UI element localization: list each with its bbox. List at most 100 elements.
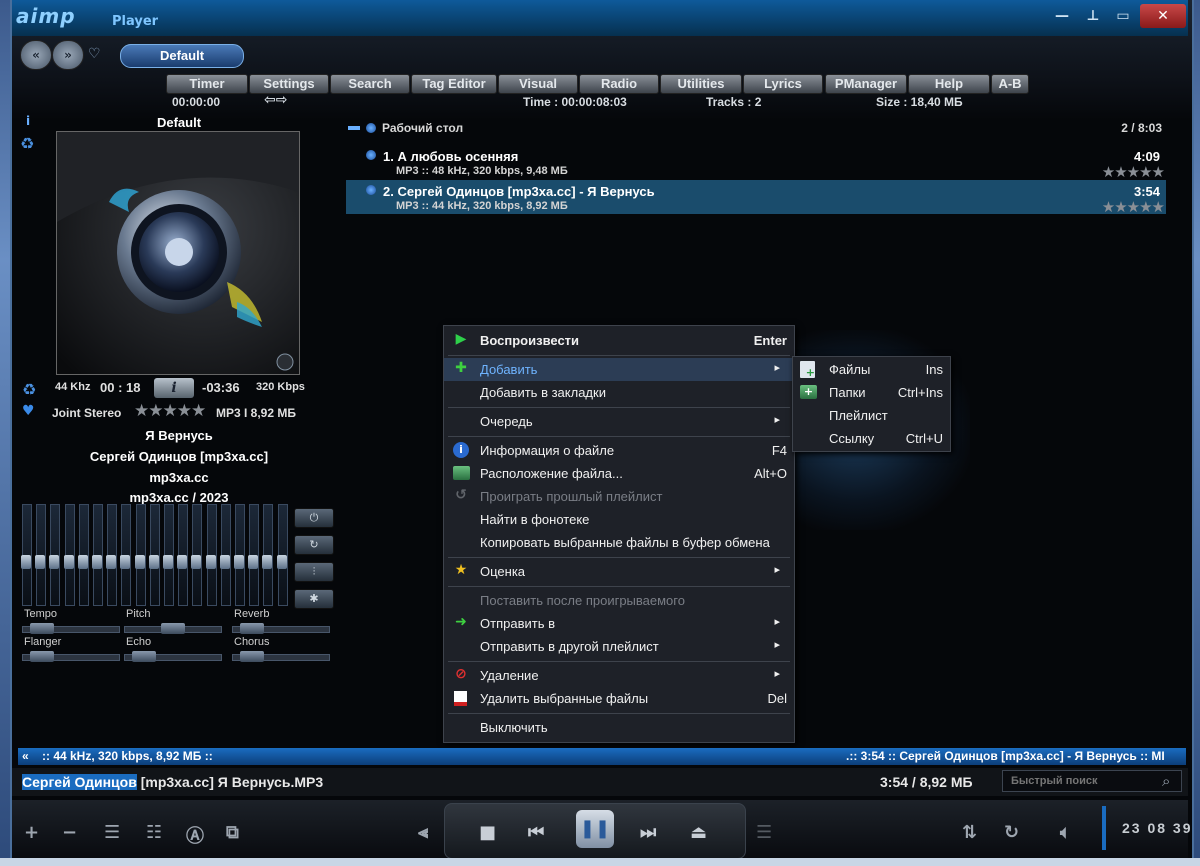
track-rating[interactable]: ★★★★★ [1102,198,1165,216]
eq-band-knob[interactable] [106,554,117,569]
maximize-button[interactable]: ▭ [1106,4,1140,28]
fx-slider-knob[interactable] [132,651,157,662]
submenu-item-files[interactable]: + Файлы Ins [793,358,950,381]
equalizer-icon[interactable]: ⫷ [418,822,428,843]
menu-item-file-location[interactable]: Расположение файла... Alt+O [444,462,794,485]
eq-band-15[interactable] [219,504,231,606]
eq-band-5[interactable] [77,504,89,606]
eq-band-knob[interactable] [92,554,102,569]
eq-band-knob[interactable] [134,554,145,569]
submenu-item-folders[interactable]: + Папки Ctrl+Ins [793,381,950,404]
eq-reset-button[interactable]: ↻ [294,535,334,555]
playlists-icon[interactable]: ⧉ [226,822,239,843]
fx-slider-knob[interactable] [30,623,55,634]
tab-radio[interactable]: Radio [579,74,659,94]
previous-track-icon[interactable]: ⏮ [528,822,544,843]
tab-timer[interactable]: Timer [166,74,248,94]
eq-band-knob[interactable] [163,554,173,569]
tab-help[interactable]: Help [908,74,990,94]
menu-item-find-library[interactable]: Найти в фонотеке [444,508,794,531]
eq-power-button[interactable]: ⏻ [294,508,334,528]
eq-band-17[interactable] [248,504,260,606]
preset-selector[interactable]: Default [120,44,244,68]
eq-band-13[interactable] [191,504,203,606]
menu-item-delete-files[interactable]: Удалить выбранные файлы Del [444,687,794,710]
fx-slider-echo[interactable] [124,651,222,662]
favorite-heart-icon[interactable]: ♥ [22,403,35,419]
menu-item-play-previous[interactable]: ↺ Проиграть прошлый плейлист [444,485,794,508]
pin-button[interactable]: ⊥ [1076,4,1110,28]
menu-item-delete[interactable]: ⊘ Удаление ▸ [444,664,794,687]
tab-search[interactable]: Search [330,74,410,94]
close-button[interactable]: ✕ [1140,4,1186,28]
arrows-icon[interactable]: ⇦⇨ [264,92,287,108]
playlist-menu-icon[interactable]: ☰ [104,822,120,843]
fx-slider-knob[interactable] [161,623,185,634]
eq-band-knob[interactable] [219,554,230,569]
fx-slider-knob[interactable] [240,651,265,662]
menu-item-copy-files[interactable]: Копировать выбранные файлы в буфер обмен… [444,531,794,554]
eq-band-knob[interactable] [191,554,202,569]
eq-band-knob[interactable] [262,554,273,569]
menu-item-rating[interactable]: ★ Оценка ▸ [444,560,794,583]
eq-band-16[interactable] [234,504,245,606]
tab-tag-editor[interactable]: Tag Editor [411,74,497,94]
tab-a-b[interactable]: A-B [991,74,1029,94]
eq-band-18[interactable] [262,504,274,606]
fx-slider-chorus[interactable] [232,651,330,662]
menu-item-add[interactable]: ✚ Добавить ▸ [444,358,794,381]
eq-band-8[interactable] [120,504,132,606]
search-icon[interactable]: ⌕ [1162,772,1170,790]
eq-band-11[interactable] [163,504,174,606]
remove-track-button[interactable]: − [62,822,77,843]
tab-pmanager[interactable]: PManager [825,74,907,94]
heart-icon[interactable]: ♡ [88,46,101,62]
eq-band-knob[interactable] [276,554,287,569]
eq-band-knob[interactable] [21,554,31,569]
fx-slider-flanger[interactable] [22,651,120,662]
next-track-icon[interactable]: ⏭ [640,822,656,843]
tab-settings[interactable]: Settings [249,74,329,94]
eq-presets-button[interactable]: ⫶ [294,562,334,582]
eq-band-knob[interactable] [35,554,46,569]
quick-search-input[interactable] [1002,770,1182,792]
track-rating[interactable]: ★★★★★ [1102,163,1165,181]
eq-band-3[interactable] [49,504,61,606]
queue-icon[interactable]: ☰ [756,822,772,843]
repeat-icon[interactable]: ↻ [1004,822,1019,843]
eq-band-knob[interactable] [177,554,188,569]
eq-band-knob[interactable] [77,554,88,569]
submenu-item-playlist[interactable]: Плейлист [793,404,950,427]
tab-utilities[interactable]: Utilities [660,74,742,94]
prev-playlist-button[interactable]: « [20,40,52,70]
eq-band-knob[interactable] [63,554,74,569]
stop-icon[interactable]: ■ [479,822,496,843]
fx-slider-tempo[interactable] [22,623,120,634]
eq-band-knob[interactable] [234,554,244,569]
track-info-button[interactable]: i [154,378,194,398]
menu-item-send-other[interactable]: Отправить в другой плейлист ▸ [444,635,794,658]
fx-slider-knob[interactable] [30,651,55,662]
eq-band-knob[interactable] [205,554,216,569]
menu-item-play[interactable]: ▶ Воспроизвести Enter [444,329,794,352]
minimize-button[interactable]: — [1045,4,1079,28]
eq-band-6[interactable] [92,504,103,606]
fx-slider-knob[interactable] [240,623,265,634]
tab-visual[interactable]: Visual [498,74,578,94]
eq-band-14[interactable] [205,504,217,606]
menu-item-queue[interactable]: Очередь ▸ [444,410,794,433]
playlist-track-1[interactable]: 1. А любовь осенняя MP3 :: 48 kHz, 320 k… [346,145,1166,181]
recycle-icon[interactable]: ♻ [20,134,34,153]
menu-item-shutdown[interactable]: Выключить [444,716,794,739]
eq-band-10[interactable] [148,504,160,606]
next-playlist-button[interactable]: » [52,40,84,70]
eq-band-knob[interactable] [49,554,60,569]
eject-icon[interactable]: ⏏ [690,822,707,843]
tab-lyrics[interactable]: Lyrics [743,74,823,94]
eq-band-knob[interactable] [120,554,131,569]
eq-band-2[interactable] [35,504,47,606]
sort-menu-icon[interactable]: ☷ [146,822,162,843]
add-track-button[interactable]: + [24,822,39,843]
eq-band-9[interactable] [134,504,146,606]
recycle-icon-2[interactable]: ♻ [22,380,36,399]
